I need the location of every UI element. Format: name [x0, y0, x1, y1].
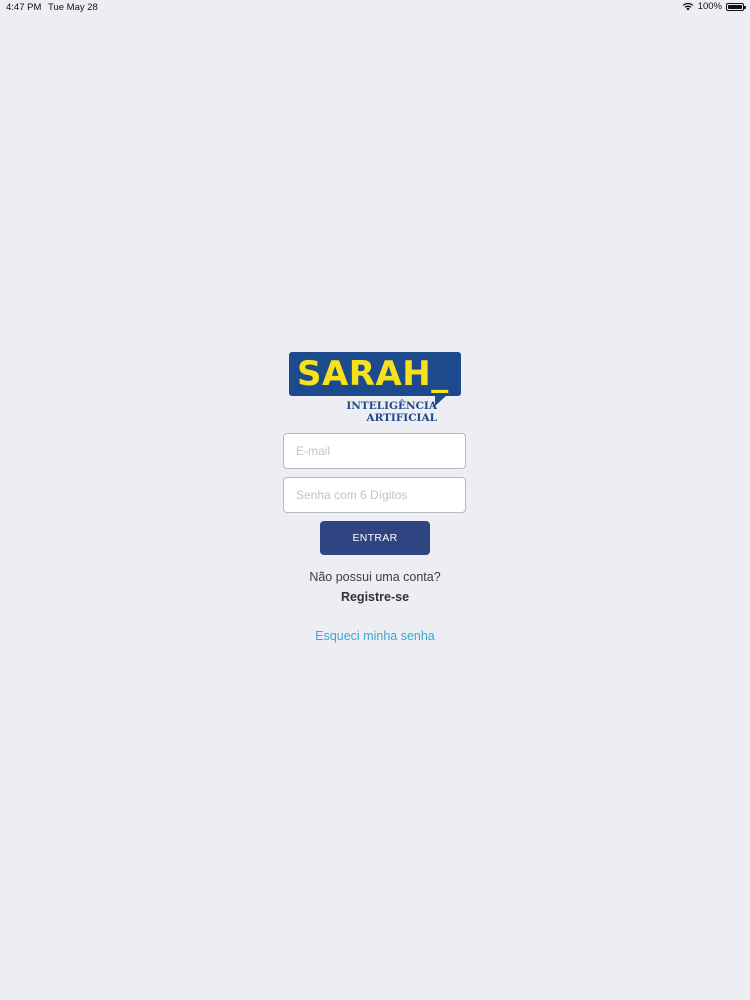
logo-subtitle-line2: ARTIFICIAL: [366, 412, 437, 424]
login-button[interactable]: ENTRAR: [320, 521, 430, 555]
logo-subtitle: INTELIGÊNCIA ARTIFICIAL: [329, 400, 437, 424]
status-indicators: 100%: [682, 1, 746, 12]
sarah-logo: SARAH_ INTELIGÊNCIA ARTIFICIAL: [289, 352, 461, 426]
register-link[interactable]: Registre-se: [0, 590, 750, 604]
logo-box: SARAH_: [289, 352, 461, 396]
logo-subtitle-line1: INTELIGÊNCIA: [346, 400, 437, 412]
email-field[interactable]: [283, 433, 466, 469]
no-account-text: Não possui uma conta?: [309, 570, 441, 584]
battery-fill: [728, 4, 742, 9]
status-time: 4:47 PM: [6, 2, 42, 13]
forgot-password-link[interactable]: Esqueci minha senha: [0, 629, 750, 643]
wifi-icon: [682, 2, 694, 11]
logo-wordmark: SARAH_: [297, 354, 449, 394]
battery-icon: [726, 2, 746, 11]
battery-percentage: 100%: [697, 1, 722, 12]
status-date: Tue May 28: [48, 2, 98, 13]
password-field[interactable]: [283, 477, 466, 513]
status-bar: 4:47 PM Tue May 28 100%: [0, 0, 750, 16]
battery-tip: [744, 5, 746, 9]
